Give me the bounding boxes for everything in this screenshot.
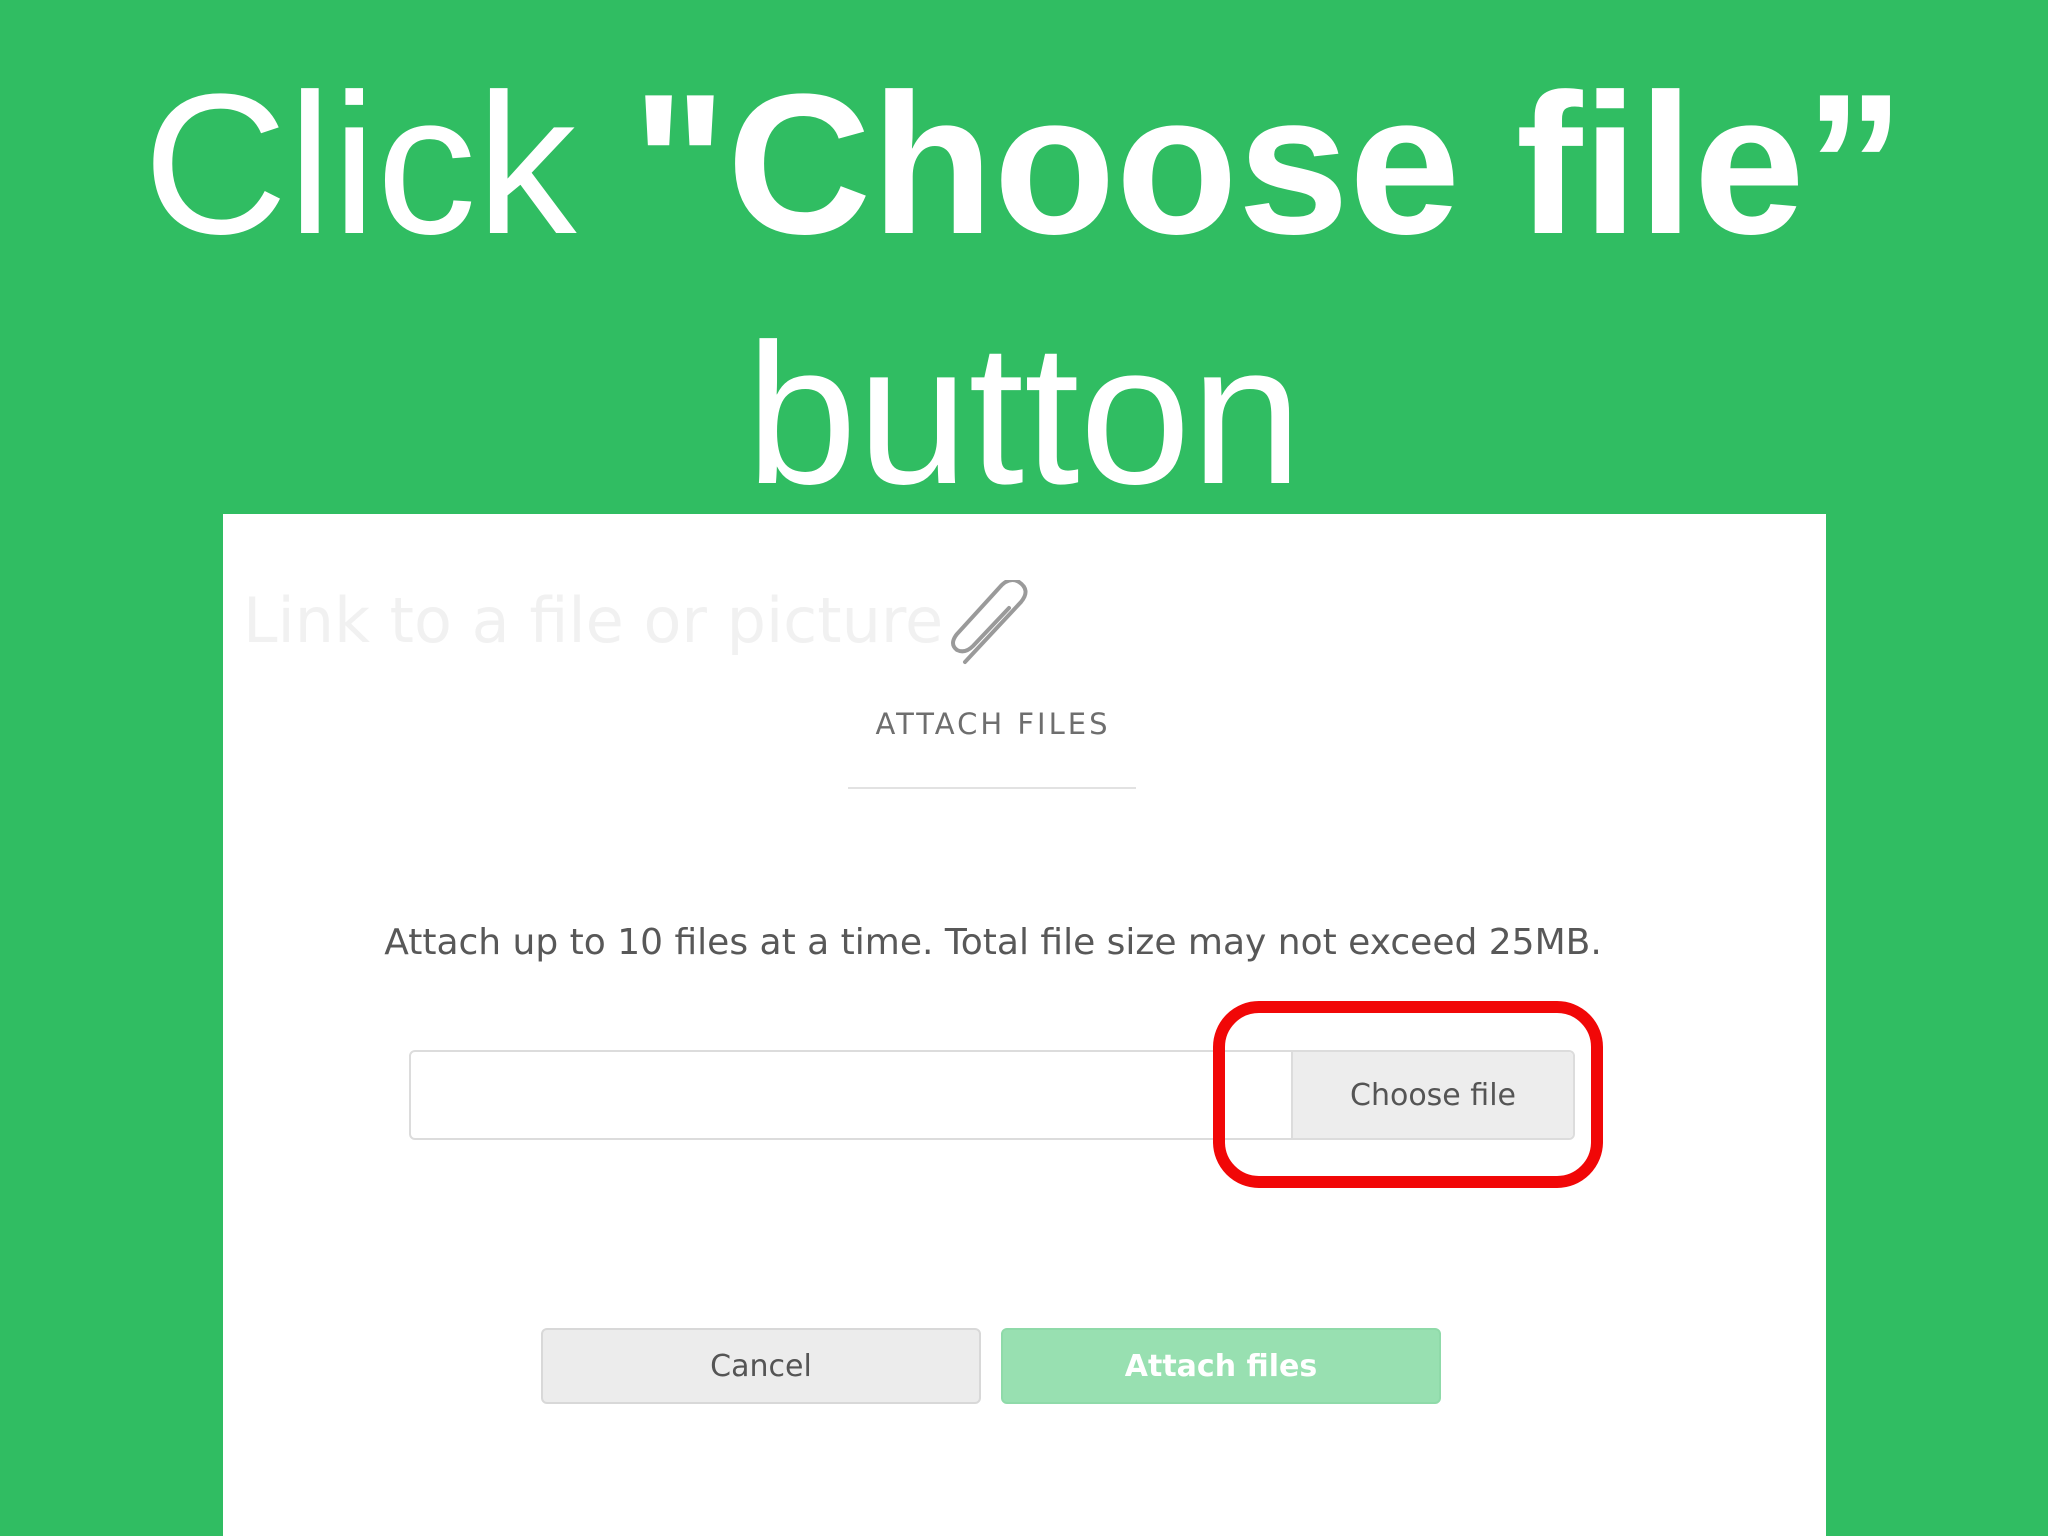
file-picker: Choose file [409, 1050, 1575, 1140]
title-divider [848, 787, 1136, 789]
cancel-button[interactable]: Cancel [541, 1328, 981, 1404]
file-name-field[interactable] [411, 1052, 1293, 1138]
paperclip-icon [943, 578, 1043, 670]
instruction-prefix: Click [143, 53, 633, 276]
attach-files-button[interactable]: Attach files [1001, 1328, 1441, 1404]
instruction-target: "Choose file” [632, 53, 1905, 276]
background-heading: Link to a file or picture [243, 584, 944, 657]
upload-limits-text: Attach up to 10 files at a time. Total f… [384, 922, 1602, 963]
attach-files-dialog: Link to a file or picture ATTACH FILES A… [223, 514, 1826, 1536]
dialog-title: ATTACH FILES [875, 707, 1111, 741]
instruction-line-1: Click "Choose file” [0, 40, 2048, 290]
instruction-line-2: button [745, 303, 1303, 526]
choose-file-button[interactable]: Choose file [1291, 1052, 1573, 1138]
instruction-headline: Click "Choose file” button [0, 40, 2048, 540]
